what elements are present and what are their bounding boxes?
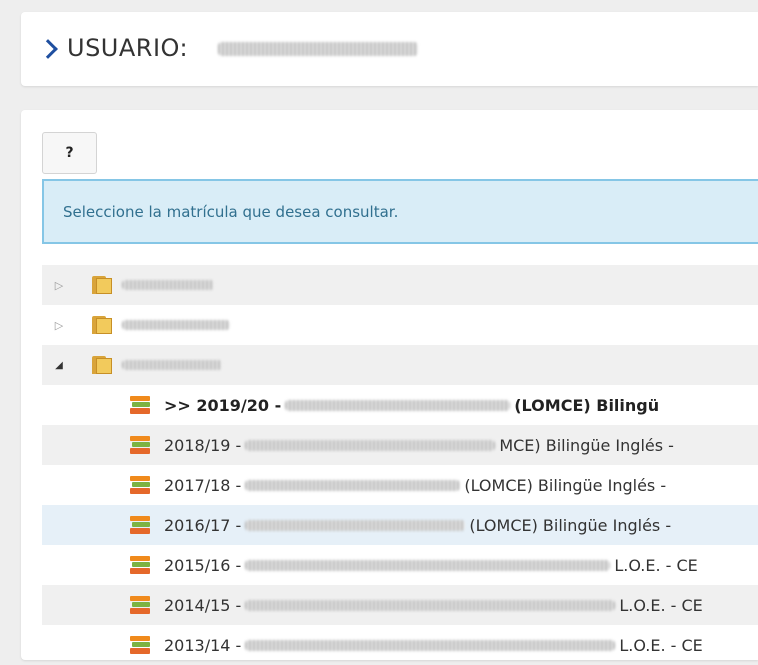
redacted-text <box>285 399 511 411</box>
user-header: USUARIO: <box>38 34 419 62</box>
info-alert: Seleccione la matrícula que desea consul… <box>42 179 758 244</box>
enrollment-row[interactable]: 2015/16 - L.O.E. - CE <box>42 545 758 585</box>
book-stack-icon <box>130 436 150 454</box>
redacted-folder-label <box>122 320 230 330</box>
folder-icon <box>92 276 112 294</box>
enrollment-label[interactable]: 2018/19 - MCE) Bilingüe Inglés - <box>164 425 674 465</box>
redacted-text <box>245 639 616 651</box>
tree-folder-row[interactable]: ◢ <box>42 345 758 385</box>
tree-folder-row[interactable]: ▷ <box>42 265 758 305</box>
enrollment-label[interactable]: >> 2019/20 - (LOMCE) Bilingü <box>164 385 659 425</box>
expand-toggle-icon[interactable]: ▷ <box>52 265 66 305</box>
expand-toggle-icon[interactable]: ▷ <box>52 305 66 345</box>
book-stack-icon <box>130 556 150 574</box>
enrollment-row-current[interactable]: >> 2019/20 - (LOMCE) Bilingü <box>42 385 758 425</box>
enrollment-row[interactable]: 2013/14 - L.O.E. - CE <box>42 625 758 665</box>
redacted-text <box>245 439 496 451</box>
collapse-toggle-icon[interactable]: ◢ <box>52 345 66 385</box>
book-stack-icon <box>130 476 150 494</box>
redacted-folder-label <box>122 360 222 370</box>
enrollment-row[interactable]: 2017/18 - (LOMCE) Bilingüe Inglés - <box>42 465 758 505</box>
user-label: USUARIO: <box>67 34 189 62</box>
help-button[interactable]: ? <box>42 132 97 174</box>
redacted-text <box>245 479 461 491</box>
redacted-text <box>245 519 466 531</box>
book-stack-icon <box>130 636 150 654</box>
enrollment-row-hover[interactable]: 2016/17 - (LOMCE) Bilingüe Inglés - <box>42 505 758 545</box>
book-stack-icon <box>130 596 150 614</box>
redacted-username <box>218 42 419 56</box>
enrollment-row[interactable]: 2018/19 - MCE) Bilingüe Inglés - <box>42 425 758 465</box>
folder-icon <box>92 356 112 374</box>
enrollment-label[interactable]: 2013/14 - L.O.E. - CE <box>164 625 703 665</box>
enrollment-label[interactable]: 2014/15 - L.O.E. - CE <box>164 585 703 625</box>
main-panel: ? Seleccione la matrícula que desea cons… <box>21 110 758 660</box>
enrollment-label[interactable]: 2017/18 - (LOMCE) Bilingüe Inglés - <box>164 465 666 505</box>
enrollment-label[interactable]: 2016/17 - (LOMCE) Bilingüe Inglés - <box>164 505 671 545</box>
enrollment-tree: ▷ ▷ ◢ >> 2019/20 - (LOMCE) Bilingü 2018/… <box>42 265 758 665</box>
info-message: Seleccione la matrícula que desea consul… <box>63 202 399 221</box>
chevron-right-icon <box>38 39 58 59</box>
redacted-folder-label <box>122 280 214 290</box>
book-stack-icon <box>130 396 150 414</box>
redacted-text <box>245 559 611 571</box>
enrollment-row[interactable]: 2014/15 - L.O.E. - CE <box>42 585 758 625</box>
folder-icon <box>92 316 112 334</box>
enrollment-label[interactable]: 2015/16 - L.O.E. - CE <box>164 545 698 585</box>
book-stack-icon <box>130 516 150 534</box>
redacted-text <box>245 599 616 611</box>
tree-folder-row[interactable]: ▷ <box>42 305 758 345</box>
user-panel: USUARIO: <box>21 12 758 86</box>
